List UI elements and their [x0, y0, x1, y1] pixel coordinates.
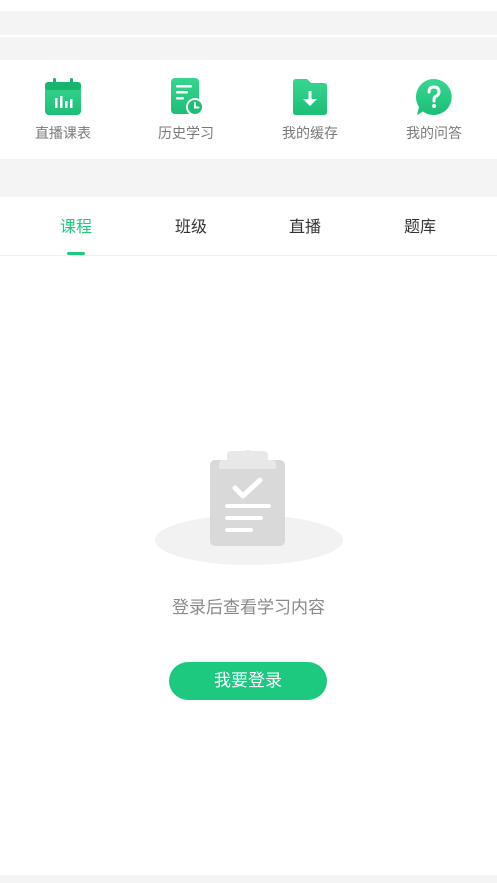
tab-bar: 课程 班级 直播 题库	[0, 197, 497, 256]
tab-question-bank[interactable]: 题库	[365, 197, 475, 255]
document-clock-icon	[171, 78, 204, 116]
shortcut-cache[interactable]: 我的缓存	[255, 77, 365, 147]
section-divider	[0, 159, 497, 197]
shortcut-qa[interactable]: 我的问答	[379, 77, 489, 147]
shortcut-label: 直播课表	[35, 126, 91, 142]
calendar-chart-icon	[45, 78, 81, 115]
shortcut-bar: 直播课表 历史学习 我的缓存 我的问答	[0, 60, 497, 159]
clipboard-check-icon	[155, 450, 343, 565]
tab-label: 直播	[288, 217, 321, 236]
tab-classes[interactable]: 班级	[136, 197, 246, 255]
shortcut-live-schedule[interactable]: 直播课表	[8, 77, 118, 147]
tab-label: 课程	[59, 217, 92, 236]
shortcut-label: 我的问答	[406, 126, 462, 142]
empty-state-message: 登录后查看学习内容	[172, 598, 325, 618]
top-band-secondary	[0, 37, 497, 60]
question-bubble-icon	[415, 78, 452, 115]
folder-download-icon	[293, 79, 327, 115]
tab-courses[interactable]: 课程	[21, 197, 131, 255]
active-tab-indicator	[67, 252, 85, 255]
shortcut-label: 历史学习	[158, 126, 214, 142]
tab-label: 班级	[174, 217, 207, 236]
bottom-band	[0, 875, 497, 883]
login-button[interactable]: 我要登录	[169, 662, 327, 700]
top-band	[0, 11, 497, 35]
tab-live[interactable]: 直播	[250, 197, 360, 255]
shortcut-history[interactable]: 历史学习	[131, 77, 241, 147]
tab-label: 题库	[403, 217, 436, 236]
shortcut-label: 我的缓存	[282, 126, 338, 142]
